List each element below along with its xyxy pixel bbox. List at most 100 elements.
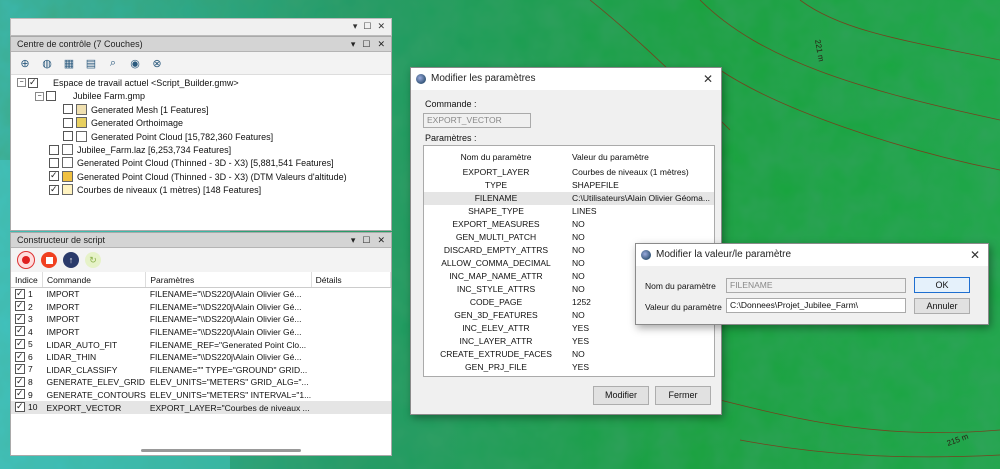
cc-pin-icon[interactable]: ▾ <box>351 39 356 49</box>
param-row[interactable]: TYPE SHAPEFILE <box>424 179 714 192</box>
param-row[interactable]: EXPORT_LAYER Courbes de niveaux (1 mètres… <box>424 166 714 179</box>
row-checkbox[interactable] <box>15 288 25 299</box>
table-row[interactable]: 6 LIDAR_THIN FILENAME="\\DS220j\Alain Oliv… <box>11 351 391 364</box>
tree-checkbox[interactable] <box>63 131 73 142</box>
record-icon[interactable] <box>17 251 35 269</box>
param-name: INC_STYLE_ATTRS <box>456 284 536 294</box>
clear-icon[interactable]: ↻ <box>85 252 101 268</box>
table-row[interactable]: 9 GENERATE_CONTOURSELEV_UNITS="METERS" IN… <box>11 389 391 402</box>
table-row[interactable]: 2 IMPORT FILENAME="\\DS220j\Alain Olivier … <box>11 301 391 314</box>
layer-info-icon[interactable]: ▤ <box>83 55 99 71</box>
col-header-details[interactable]: Détails <box>311 272 392 288</box>
close-icon[interactable]: ✕ <box>970 244 980 266</box>
tree-item-project[interactable]: − Jubilee Farm.gmp <box>11 90 391 103</box>
row-checkbox[interactable] <box>15 301 25 312</box>
run-icon[interactable]: ↑ <box>63 252 79 268</box>
sb-close-icon[interactable]: ✕ <box>377 235 385 245</box>
param-name: SHAPE_TYPE <box>468 206 524 216</box>
col-header-value[interactable]: Valeur du paramètre <box>572 151 712 164</box>
modify-params-dialog: Modifier les paramètres ✕ Commande : EXP… <box>410 67 722 415</box>
param-name: DISCARD_EMPTY_ATTRS <box>443 245 549 255</box>
dock-maximize-icon[interactable]: ☐ <box>363 21 371 31</box>
remove-layer-icon[interactable]: ⊗ <box>149 55 165 71</box>
tree-item-workspace[interactable]: − Espace de travail actuel <Script_Builde… <box>11 77 391 90</box>
row-checkbox[interactable] <box>15 326 25 337</box>
col-header-index[interactable]: Indice <box>11 272 43 288</box>
row-checkbox[interactable] <box>15 389 25 400</box>
row-index: 2 <box>28 301 33 312</box>
row-checkbox[interactable] <box>15 402 25 413</box>
tree-item-layer[interactable]: Generated Point Cloud [15,782,360 Featur… <box>11 130 391 144</box>
close-button[interactable]: Fermer <box>655 386 711 405</box>
tree-item-layer[interactable]: Generated Point Cloud (Thinned - 3D - X3… <box>11 170 391 184</box>
dock-pin-icon[interactable]: ▾ <box>353 21 358 31</box>
tree-checkbox[interactable] <box>49 171 59 182</box>
row-checkbox[interactable] <box>15 376 25 387</box>
table-row[interactable]: 5 LIDAR_AUTO_FIT FILENAME_REF="Generated P… <box>11 338 391 351</box>
globe-icon[interactable]: ◍ <box>39 55 55 71</box>
row-checkbox[interactable] <box>15 313 25 324</box>
tree-checkbox[interactable] <box>63 117 73 128</box>
zoom-layer-icon[interactable]: ⌕ <box>105 55 121 71</box>
row-params: ELEV_UNITS="METERS" GRID_ALG="... <box>149 377 309 388</box>
col-header-command[interactable]: Commande <box>42 272 147 288</box>
app-logo-icon <box>641 250 651 260</box>
horizontal-scrollbar[interactable] <box>141 449 301 452</box>
table-row[interactable]: 4 IMPORT FILENAME="\\DS220j\Alain Olivier … <box>11 326 391 339</box>
sb-maximize-icon[interactable]: ☐ <box>362 235 370 245</box>
param-name-field: FILENAME <box>726 278 906 293</box>
tree-item-layer[interactable]: Courbes de niveaux (1 mètres) [148 Featu… <box>11 184 391 197</box>
row-checkbox[interactable] <box>15 351 25 362</box>
table-row-selected[interactable]: 10 EXPORT_VECTOR EXPORT_LAYER="Courbes de … <box>11 401 391 414</box>
tree-item-layer[interactable]: Generated Mesh [1 Features] <box>11 103 391 117</box>
cancel-button[interactable]: Annuler <box>914 298 970 314</box>
row-index: 5 <box>28 339 33 350</box>
tree-checkbox[interactable] <box>63 104 73 115</box>
tree-checkbox[interactable] <box>46 91 56 102</box>
table-row[interactable]: 1 IMPORT FILENAME="\\DS220j\Alain Olivier … <box>11 288 391 301</box>
param-name: INC_LAYER_ATTR <box>459 336 533 346</box>
param-row-selected[interactable]: FILENAME C:\Utilisateurs\Alain Olivier Gé… <box>424 192 714 205</box>
sb-pin-icon[interactable]: ▾ <box>351 235 356 245</box>
col-header-name[interactable]: Nom du paramètre <box>424 151 568 164</box>
param-value: Courbes de niveaux (1 mètres) <box>572 167 689 177</box>
param-row[interactable]: INC_LAYER_ATTR YES <box>424 335 714 348</box>
tree-checkbox[interactable] <box>49 144 59 155</box>
tree-checkbox[interactable] <box>49 157 59 168</box>
row-index: 8 <box>28 377 33 388</box>
row-checkbox[interactable] <box>15 339 25 350</box>
row-checkbox[interactable] <box>15 364 25 375</box>
tree-checkbox[interactable] <box>28 77 38 88</box>
param-name: FILENAME <box>474 193 518 203</box>
ok-button[interactable]: OK <box>914 277 970 293</box>
table-row[interactable]: 7 LIDAR_CLASSIFY FILENAME="" TYPE="GROUND"… <box>11 364 391 377</box>
collapse-icon[interactable]: − <box>17 78 26 88</box>
param-row[interactable]: SHAPE_TYPE LINES <box>424 205 714 218</box>
view-icon[interactable]: ◉ <box>127 55 143 71</box>
collapse-icon[interactable]: − <box>35 91 44 101</box>
param-name: EXPORT_MEASURES <box>452 219 540 229</box>
dock-close-icon[interactable]: ✕ <box>377 21 385 31</box>
tree-item-label: Generated Point Cloud [15,782,360 Featur… <box>91 131 274 142</box>
add-layer-icon[interactable]: ⊕ <box>17 55 33 71</box>
param-value: YES <box>572 336 590 346</box>
table-row[interactable]: 3 IMPORT FILENAME="\\DS220j\Alain Olivier … <box>11 313 391 326</box>
table-icon[interactable]: ▦ <box>61 55 77 71</box>
param-row[interactable]: GEN_PRJ_FILE YES <box>424 361 714 374</box>
close-icon[interactable]: ✕ <box>703 68 713 90</box>
tree-item-layer[interactable]: Jubilee_Farm.laz [6,253,734 Features] <box>11 144 391 157</box>
modify-value-titlebar: Modifier la valeur/le paramètre ✕ <box>636 244 988 266</box>
param-row[interactable]: EXPORT_MEASURES NO <box>424 218 714 231</box>
col-header-params[interactable]: Paramètres <box>145 272 312 288</box>
modify-button[interactable]: Modifier <box>593 386 649 405</box>
stop-icon[interactable] <box>41 252 57 268</box>
control-center-title: Centre de contrôle (7 Couches) <box>17 39 143 49</box>
table-row[interactable]: 8 GENERATE_ELEV_GRIDELEV_UNITS="METERS" G… <box>11 376 391 389</box>
cc-maximize-icon[interactable]: ☐ <box>362 39 370 49</box>
tree-item-layer[interactable]: Generated Orthoimage <box>11 117 391 130</box>
param-row[interactable]: CREATE_EXTRUDE_FACES NO <box>424 348 714 361</box>
cc-close-icon[interactable]: ✕ <box>377 39 385 49</box>
param-value-input[interactable]: C:\Donnees\Projet_Jubilee_Farm\ <box>726 298 906 313</box>
tree-checkbox[interactable] <box>49 184 59 195</box>
tree-item-layer[interactable]: Generated Point Cloud (Thinned - 3D - X3… <box>11 157 391 170</box>
